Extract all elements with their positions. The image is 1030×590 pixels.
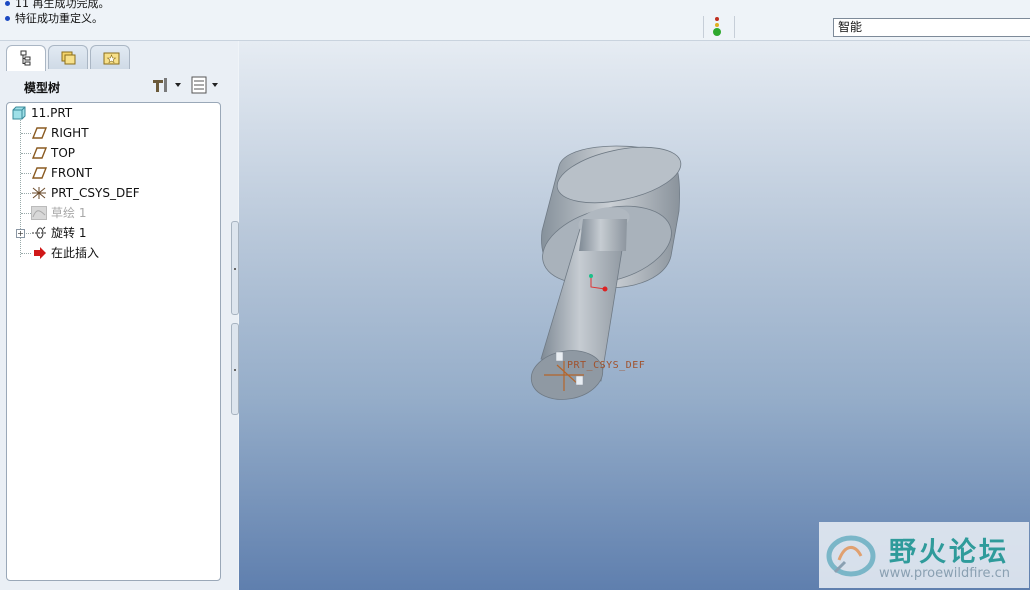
tree-item-label: PRT_CSYS_DEF	[51, 186, 140, 200]
sketch-icon	[31, 206, 47, 220]
tree-item-label: RIGHT	[51, 126, 89, 140]
message-area: 11 再生成功完成。 特征成功重定义。 智能	[0, 0, 1030, 41]
datum-plane-icon	[32, 127, 47, 139]
tree-guide-line	[21, 133, 31, 134]
tree-item-label: 旋转 1	[51, 226, 87, 240]
tab-favorites[interactable]	[90, 45, 130, 69]
bullet-icon	[5, 0, 10, 6]
separator	[703, 16, 704, 38]
navigator-panel: 模型树 11.PRT RIGHT TOP FRONT PRT_CSYS_DEF …	[0, 41, 238, 590]
part-icon	[12, 106, 26, 120]
tree-guide-line	[21, 213, 31, 214]
model-tree-title: 模型树	[24, 81, 61, 95]
bullet-icon	[5, 15, 10, 21]
datum-plane-icon	[32, 167, 47, 179]
favorites-icon	[103, 52, 120, 65]
tree-guide-line	[21, 173, 31, 174]
expand-icon[interactable]: +	[16, 229, 25, 238]
message-line-1: 11 再生成功完成。	[5, 0, 110, 11]
message-text: 特征成功重定义。	[15, 12, 103, 25]
separator	[734, 16, 735, 38]
model-tree-header: 模型树	[0, 71, 238, 99]
watermark-title: 野火论坛	[889, 537, 1009, 568]
message-line-2: 特征成功重定义。	[5, 12, 103, 26]
folder-browser-icon	[61, 51, 76, 65]
model-tree-icon	[20, 50, 31, 66]
revolve-icon	[32, 226, 47, 239]
csys-label: PRT_CSYS_DEF	[567, 360, 646, 371]
watermark-logo-icon	[826, 535, 876, 577]
tree-item-label: 11.PRT	[31, 106, 73, 120]
tree-item-label: 在此插入	[51, 246, 100, 260]
csys-icon	[32, 187, 46, 199]
tab-model-tree[interactable]	[6, 45, 46, 71]
tree-item-label: FRONT	[51, 166, 92, 180]
model-tree: 11.PRT RIGHT TOP FRONT PRT_CSYS_DEF 草绘 1…	[6, 102, 221, 581]
splitter-grip[interactable]	[231, 221, 239, 315]
show-columns-icon[interactable]	[190, 75, 224, 95]
tree-item-label: TOP	[51, 146, 76, 160]
tree-guide-line	[21, 253, 31, 254]
navigator-tabs	[0, 45, 238, 71]
tree-item-label: 草绘 1	[51, 206, 87, 220]
message-text: 11 再生成功完成。	[15, 0, 110, 10]
splitter-grip[interactable]	[231, 323, 239, 415]
datum-plane-icon	[32, 147, 47, 159]
part-model[interactable]	[239, 41, 1030, 590]
tab-folder-browser[interactable]	[48, 45, 88, 69]
watermark-url: www.proewildfire.cn	[879, 566, 1010, 581]
panel-splitter[interactable]	[230, 41, 239, 590]
selection-filter-dropdown[interactable]: 智能	[833, 18, 1030, 37]
watermark: 野火论坛 www.proewildfire.cn	[819, 522, 1029, 588]
regeneration-status-icon[interactable]	[711, 16, 723, 38]
tree-guide-line	[21, 153, 31, 154]
tree-item-revolve[interactable]: + 旋转 1	[7, 224, 207, 242]
graphics-viewport[interactable]: PRT_CSYS_DEF 野火论坛 www.proewildfire.cn	[239, 41, 1030, 590]
tree-guide-line	[21, 193, 31, 194]
insert-arrow-icon	[34, 247, 46, 259]
tree-settings-icon[interactable]	[150, 75, 184, 95]
